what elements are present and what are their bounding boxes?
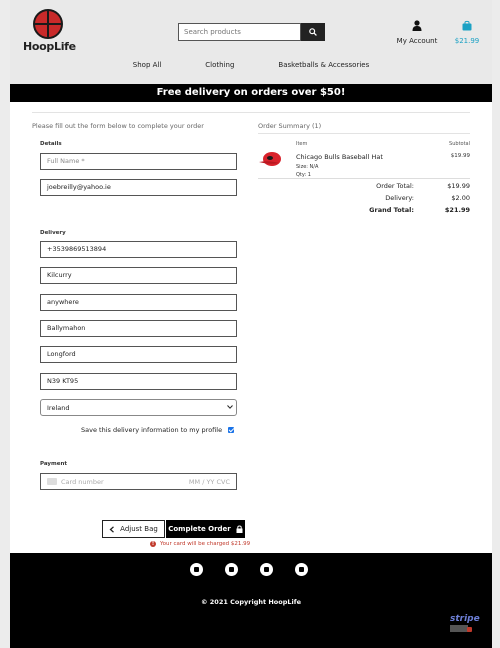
youtube-icon[interactable] [295,563,308,576]
credit-card-icon [47,478,57,485]
country-value: Ireland [47,404,70,412]
stripe-badge: stripe [450,614,484,636]
my-account-link[interactable]: My Account [395,16,439,45]
basketball-icon [33,9,63,39]
payment-label: Payment [40,461,68,467]
bag-total: $21.99 [454,37,480,45]
warning-icon: ! [150,541,156,547]
charge-notice-text: Your card will be charged $21.99 [160,541,251,547]
town-field[interactable]: Ballymahon [40,320,237,337]
facebook-icon[interactable] [190,563,203,576]
divider [258,178,470,179]
chevron-down-icon [227,405,233,409]
form-intro: Please fill out the form below to comple… [32,122,204,130]
col-subtotal: Subtotal [449,141,470,147]
adjust-bag-label: Adjust Bag [120,525,158,533]
free-delivery-banner: Free delivery on orders over $50! [10,84,492,102]
divider [32,112,470,113]
stripe-logo: stripe [450,614,480,624]
search-button[interactable] [301,23,325,41]
copyright: © 2021 Copyright HoopLife [201,598,301,606]
account-label: My Account [396,37,438,45]
order-summary-title: Order Summary (1) [258,122,322,130]
order-total-value: $19.99 [447,182,470,190]
nav-clothing[interactable]: Clothing [205,61,234,69]
product-name: Chicago Bulls Baseball Hat [296,153,383,161]
social-links [190,563,330,576]
full-name-field[interactable]: Full Name * [40,153,237,170]
expiry-cvc-placeholder: MM / YY CVC [188,477,230,486]
search-input[interactable] [178,23,301,41]
site-footer: © 2021 Copyright HoopLife stripe [10,553,492,648]
checkout-page: HoopLife My Account $21.99 [10,0,492,648]
search-bar [178,23,325,41]
chevron-left-icon [109,525,115,533]
col-item: Item [296,141,308,147]
details-label: Details [40,141,62,147]
brand-logo[interactable]: HoopLife [23,9,76,53]
nav-shop-all[interactable]: Shop All [133,61,162,69]
shopping-bag-link[interactable]: $21.99 [454,16,480,45]
delivery-label: Delivery [40,230,66,236]
delivery-cost-value: $2.00 [451,194,470,202]
main-nav: Shop All Clothing Basketballs & Accessor… [10,61,492,69]
order-total-label: Order Total: [376,182,414,190]
shopping-bag-icon [462,20,472,31]
search-icon [309,28,317,36]
charge-notice: ! Your card will be charged $21.99 [150,541,250,547]
postcode-field[interactable]: N39 KT95 [40,373,237,390]
twitter-icon[interactable] [260,563,273,576]
card-number-placeholder: Card number [61,477,104,486]
complete-order-label: Complete Order [168,525,231,533]
grand-total-label: Grand Total: [369,206,414,214]
save-info-label: Save this delivery information to my pro… [81,426,223,434]
save-info-checkbox[interactable] [228,427,235,433]
instagram-icon[interactable] [225,563,238,576]
adjust-bag-button[interactable]: Adjust Bag [102,520,165,538]
product-image[interactable] [258,148,284,168]
card-number-field[interactable]: Card number MM / YY CVC [40,473,237,490]
email-field[interactable]: joebreilly@yahoo.ie [40,179,237,196]
delivery-cost-label: Delivery: [385,194,414,202]
grand-total-value: $21.99 [444,206,470,214]
user-icon [412,20,422,31]
card-lock-icon [450,625,472,632]
site-header: HoopLife My Account $21.99 [10,0,492,84]
lock-icon [236,525,243,533]
country-select[interactable]: Ireland [40,399,237,416]
product-size: Size: N/A [296,164,319,170]
street-address-2-field[interactable]: anywhere [40,294,237,311]
save-info-row: Save this delivery information to my pro… [81,426,235,434]
street-address-1-field[interactable]: Kilcurry [40,267,237,284]
divider [258,133,470,134]
brand-name: HoopLife [23,40,76,53]
complete-order-button[interactable]: Complete Order [166,520,245,538]
county-field[interactable]: Longford [40,346,237,363]
nav-basketballs-accessories[interactable]: Basketballs & Accessories [278,61,369,69]
product-subtotal: $19.99 [450,153,470,159]
phone-field[interactable]: +3539869513894 [40,241,237,258]
